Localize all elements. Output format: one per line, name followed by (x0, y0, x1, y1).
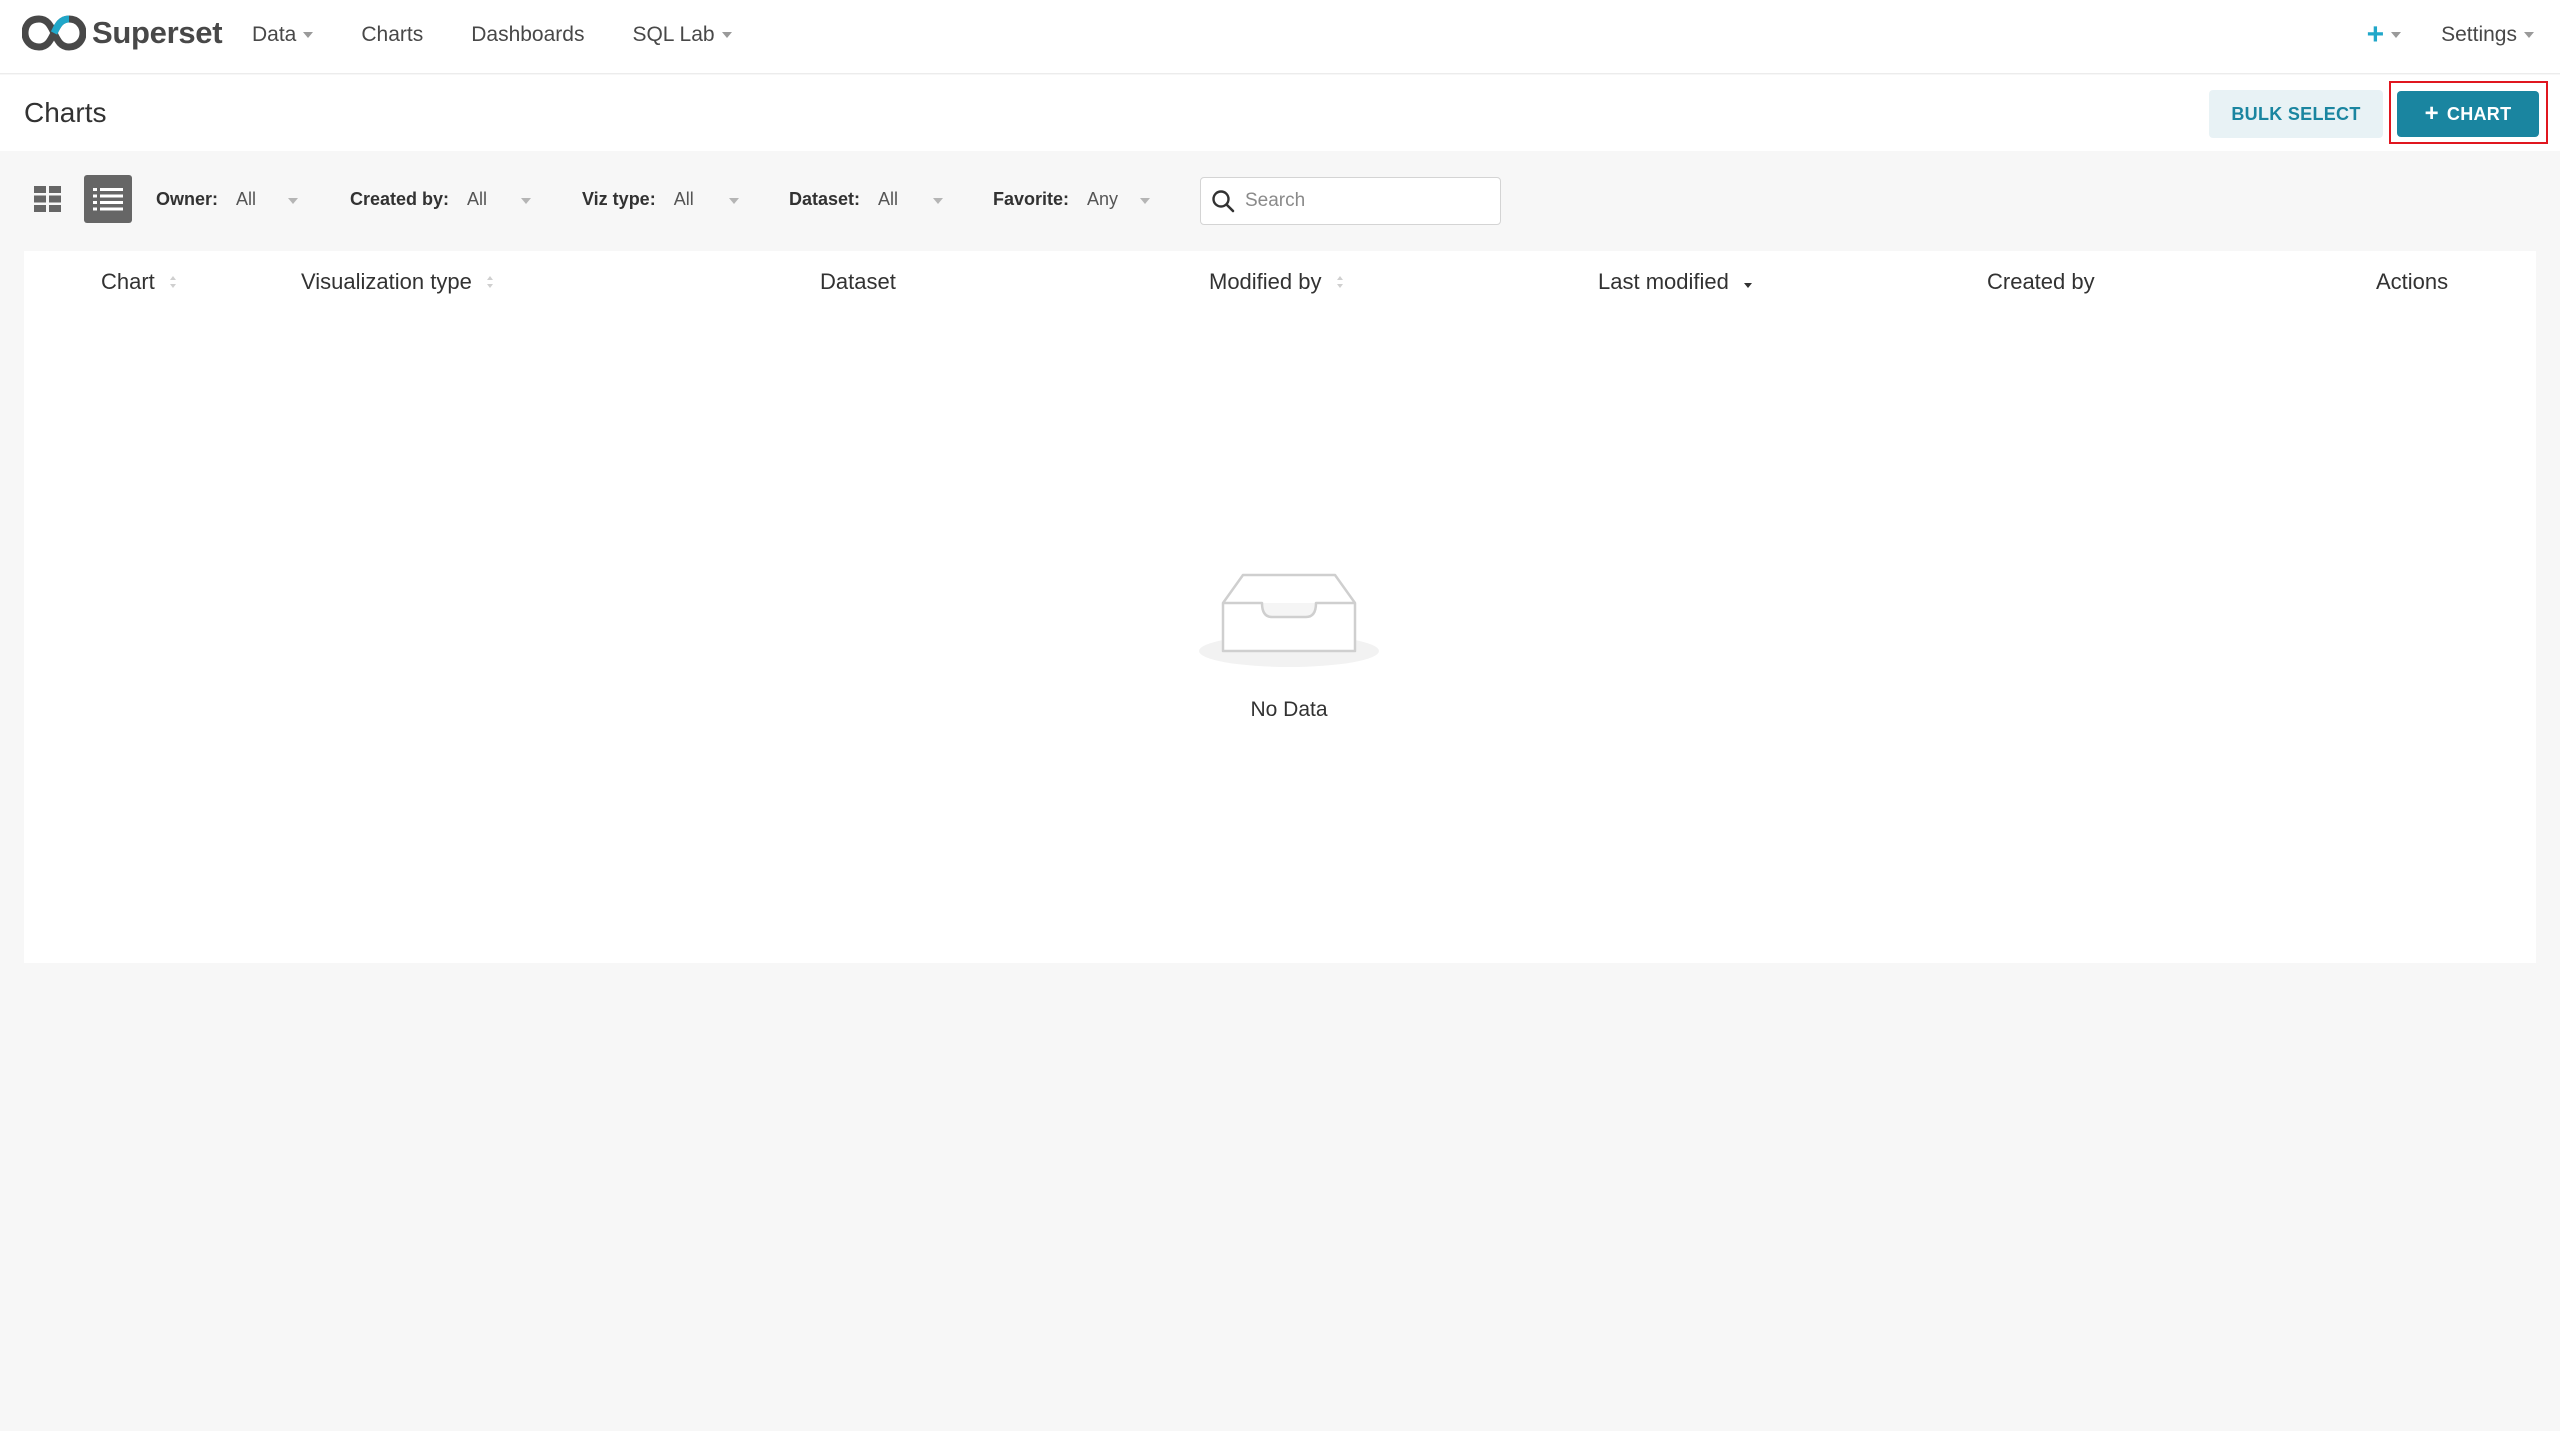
viz-type-filter-value: All (673, 189, 694, 209)
nav-item-label: Data (252, 23, 297, 46)
nav-item-charts[interactable]: Charts (361, 23, 423, 47)
card-view-button[interactable] (24, 175, 72, 223)
nav-item-dashboards[interactable]: Dashboards (471, 23, 584, 47)
column-header-label: Chart (101, 269, 155, 294)
caret-down-icon (288, 198, 298, 204)
settings-label: Settings (2441, 23, 2517, 46)
right-menu: + Settings (2367, 0, 2534, 70)
caret-down-icon (303, 32, 314, 38)
add-chart-label: CHART (2446, 103, 2512, 124)
bulk-select-button[interactable]: BULK SELECT (2209, 90, 2383, 138)
superset-logo-icon (22, 15, 86, 51)
column-header-label: Actions (2376, 269, 2449, 294)
caret-down-icon (2524, 32, 2534, 38)
owner-filter-value: All (236, 189, 257, 209)
column-header-modified-by[interactable]: Modified by (1209, 269, 1344, 295)
filter-bar: Owner: All Created by: All Viz type: All… (0, 151, 2560, 251)
column-header-chart[interactable]: Chart (101, 269, 177, 295)
sort-icon (486, 276, 493, 288)
favorite-filter-label: Favorite: (993, 189, 1070, 209)
new-item-menu[interactable]: + (2367, 20, 2402, 50)
caret-down-icon (1140, 198, 1150, 204)
list-view-button[interactable] (84, 175, 132, 223)
dataset-filter-value: All (878, 189, 899, 209)
charts-table: Chart Visualization type Dataset Modifie… (24, 251, 2536, 963)
viz-type-filter-label: Viz type: (582, 189, 656, 209)
empty-inbox-icon (1199, 573, 1379, 667)
page-title: Charts (24, 97, 107, 128)
column-header-created-by: Created by (1987, 269, 2095, 295)
dataset-filter[interactable]: Dataset: All (789, 189, 949, 210)
column-header-last-modified[interactable]: Last modified (1598, 269, 1753, 295)
page-header: Charts BULK SELECT + CHART (0, 75, 2560, 151)
highlight-box: + CHART (2389, 81, 2548, 144)
nav-item-label: Dashboards (471, 23, 585, 46)
top-navbar: Superset Data Charts Dashboards SQL Lab … (0, 0, 2560, 74)
search-box (1200, 177, 1501, 225)
caret-down-icon (521, 198, 531, 204)
empty-state: No Data (1189, 551, 1389, 722)
settings-menu[interactable]: Settings (2441, 23, 2534, 47)
column-header-label: Last modified (1598, 269, 1729, 294)
favorite-filter-value: Any (1087, 189, 1119, 209)
column-header-actions: Actions (2376, 269, 2448, 295)
dataset-filter-label: Dataset: (789, 189, 861, 209)
favorite-filter[interactable]: Favorite: Any (993, 189, 1163, 210)
column-header-label: Visualization type (301, 269, 472, 294)
owner-filter[interactable]: Owner: All (156, 189, 306, 210)
list-view-icon (93, 188, 123, 211)
nav-item-data[interactable]: Data (252, 23, 314, 47)
column-header-label: Created by (1987, 269, 2095, 294)
card-view-icon (34, 186, 61, 212)
search-input[interactable] (1245, 190, 1485, 212)
empty-state-text: No Data (1250, 698, 1328, 721)
created-by-filter[interactable]: Created by: All (350, 189, 535, 210)
plus-icon: + (2366, 18, 2385, 51)
plus-icon: + (2424, 100, 2439, 127)
nav-item-sql-lab[interactable]: SQL Lab (632, 23, 732, 47)
column-header-label: Modified by (1209, 269, 1322, 294)
brand-name: Superset (92, 15, 223, 50)
view-toggle (24, 175, 132, 223)
sort-desc-icon (1743, 283, 1752, 288)
column-header-label: Dataset (820, 269, 896, 294)
column-header-visualization-type[interactable]: Visualization type (301, 269, 494, 295)
nav-item-label: SQL Lab (632, 23, 715, 46)
main-menu: Data Charts Dashboards SQL Lab (252, 0, 780, 70)
sort-icon (1336, 276, 1343, 288)
brand-logo[interactable]: Superset (22, 14, 223, 52)
nav-item-label: Charts (361, 23, 424, 46)
caret-down-icon (933, 198, 943, 204)
caret-down-icon (721, 32, 732, 38)
created-by-filter-label: Created by: (350, 189, 450, 209)
caret-down-icon (2391, 32, 2402, 38)
owner-filter-label: Owner: (156, 189, 219, 209)
search-icon (1212, 190, 1235, 213)
created-by-filter-value: All (467, 189, 488, 209)
column-header-dataset: Dataset (820, 269, 896, 295)
sort-icon (169, 276, 176, 288)
caret-down-icon (729, 198, 739, 204)
add-chart-button[interactable]: + CHART (2397, 91, 2539, 137)
viz-type-filter[interactable]: Viz type: All (582, 189, 742, 210)
